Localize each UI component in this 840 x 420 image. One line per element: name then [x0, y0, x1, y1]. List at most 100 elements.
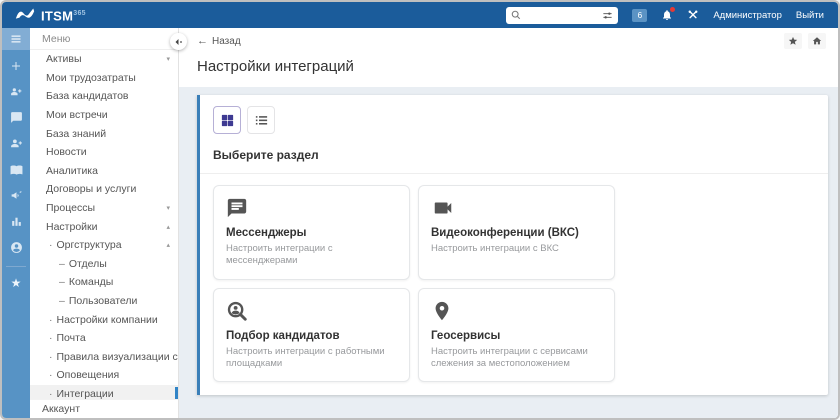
logo-text: ITSM365: [41, 8, 86, 24]
notifications-button[interactable]: [661, 7, 676, 21]
admin-user-link[interactable]: Администратор: [713, 10, 782, 21]
integration-cards: Мессенджеры Настроить интеграции с мессе…: [213, 185, 815, 383]
location-pin-icon: [431, 300, 602, 322]
menu-item-prefix: ·: [49, 350, 53, 363]
video-icon: [431, 197, 602, 219]
menu-item-label: Оргструктура: [56, 239, 122, 252]
sidebar-item-процессы[interactable]: Процессы ▾: [30, 199, 178, 218]
menu-item-prefix: –: [59, 257, 65, 270]
menu-item-label: Процессы: [46, 202, 96, 215]
sidebar-collapse-button[interactable]: [170, 33, 187, 50]
sidebar-item-активы[interactable]: Активы ▾: [30, 50, 178, 69]
menu-item-label: База кандидатов: [46, 90, 129, 103]
chat-icon[interactable]: [10, 111, 23, 124]
bar-chart-icon[interactable]: [10, 215, 23, 228]
menu-item-label: Пользователи: [68, 295, 138, 308]
team-icon[interactable]: [10, 85, 23, 98]
main-area: ← Назад Настройки интеграций Выберите ра…: [170, 28, 838, 418]
card-title: Мессенджеры: [226, 227, 307, 239]
notification-dot: [670, 7, 676, 12]
chevron-icon: ▴: [166, 223, 170, 231]
menu-item-prefix: ·: [49, 369, 53, 382]
sidebar-item-мои-встречи[interactable]: Мои встречи: [30, 106, 178, 125]
favorite-page-button[interactable]: [784, 33, 802, 49]
search-filter-icon[interactable]: [602, 10, 613, 21]
home-button[interactable]: [808, 33, 826, 49]
counter-badge[interactable]: 6: [632, 8, 648, 22]
search-box: [506, 6, 619, 24]
admin-tools-button[interactable]: [687, 9, 699, 21]
rail-divider: [6, 266, 26, 267]
sidebar-item-команды[interactable]: – Команды: [30, 273, 178, 292]
panel-divider: [200, 173, 828, 174]
sidebar-menu-list: Активы ▾ Мои трудозатраты База кандидато…: [30, 50, 178, 399]
sidebar-item-база-кандидатов[interactable]: База кандидатов: [30, 87, 178, 106]
message-icon: [226, 197, 397, 219]
sidebar-item-договоры-и-услуги[interactable]: Договоры и услуги: [30, 180, 178, 199]
back-button[interactable]: ← Назад: [197, 35, 241, 47]
itsm365-logo[interactable]: ITSM365: [14, 6, 86, 24]
menu-item-label: Договоры и услуги: [46, 183, 137, 196]
favorites-star-icon[interactable]: ★: [11, 277, 22, 289]
list-view-button[interactable]: [247, 106, 275, 134]
sidebar-item-оргструктура[interactable]: · Оргструктура ▴: [30, 236, 178, 255]
sidebar: Меню Активы ▾ Мои трудозатраты База канд…: [30, 28, 179, 418]
page-title: Настройки интеграций: [179, 52, 838, 87]
integration-card[interactable]: Видеоконференции (ВКС) Настроить интегра…: [418, 185, 615, 280]
sidebar-item-account[interactable]: Аккаунт: [30, 399, 178, 418]
plus-icon[interactable]: [10, 60, 22, 72]
sidebar-item-настройки-компании[interactable]: · Настройки компании: [30, 310, 178, 329]
star-icon: [788, 36, 798, 45]
menu-item-label: Настройки компании: [56, 313, 158, 326]
menu-item-prefix: ·: [49, 313, 53, 326]
person-search-icon: [226, 300, 397, 322]
sidebar-item-пользователи[interactable]: – Пользователи: [30, 292, 178, 311]
tools-icon: [688, 10, 698, 19]
menu-item-prefix: –: [59, 276, 65, 289]
card-description: Настроить интеграции с ВКС: [431, 243, 559, 254]
logo-swoosh-icon: [15, 8, 35, 19]
main-toprow: ← Назад: [179, 28, 838, 52]
sidebar-item-аналитика[interactable]: Аналитика: [30, 162, 178, 181]
card-description: Настроить интеграции с мессенджерами: [226, 243, 333, 267]
sidebar-item-правила-визуализации-связей[interactable]: · Правила визуализации связей: [30, 348, 178, 367]
menu-item-prefix: ·: [49, 239, 53, 252]
integration-card[interactable]: Геосервисы Настроить интеграции с сервис…: [418, 287, 615, 383]
sidebar-item-отделы[interactable]: – Отделы: [30, 255, 178, 274]
account-icon[interactable]: [10, 241, 23, 254]
search-icon: [512, 10, 521, 20]
sidebar-item-почта[interactable]: · Почта: [30, 329, 178, 348]
menu-item-label: База знаний: [46, 127, 107, 140]
logo-sup: 365: [73, 9, 86, 17]
home-icon: [812, 37, 822, 45]
section-heading: Выберите раздел: [213, 148, 319, 162]
book-icon[interactable]: [10, 163, 23, 176]
menu-item-prefix: ·: [49, 387, 53, 399]
menu-item-label: Почта: [56, 332, 86, 345]
sidebar-item-новости[interactable]: Новости: [30, 143, 178, 162]
card-description: Настроить интеграции с сервисами слежени…: [431, 345, 588, 370]
logout-link[interactable]: Выйти: [796, 10, 824, 21]
hamburger-menu-button[interactable]: [2, 28, 30, 50]
grid-view-button[interactable]: [213, 106, 241, 134]
sidebar-item-база-знаний[interactable]: База знаний: [30, 124, 178, 143]
sidebar-item-настройки[interactable]: Настройки ▴: [30, 217, 178, 236]
menu-item-label: Активы: [46, 53, 82, 66]
sidebar-item-мои-трудозатраты[interactable]: Мои трудозатраты: [30, 69, 178, 88]
integration-card[interactable]: Подбор кандидатов Настроить интеграции с…: [213, 287, 410, 383]
sidebar-item-оповещения[interactable]: · Оповещения: [30, 366, 178, 385]
megaphone-icon[interactable]: [10, 189, 23, 202]
menu-item-label: Интеграции: [56, 387, 114, 399]
menu-item-label: Отделы: [68, 257, 107, 270]
menu-item-prefix: ·: [49, 332, 53, 345]
integration-card[interactable]: Мессенджеры Настроить интеграции с мессе…: [213, 185, 410, 280]
content-area: Выберите раздел Мессенджеры Настроить ин…: [179, 87, 838, 418]
card-title: Геосервисы: [431, 329, 501, 342]
card-title: Подбор кандидатов: [226, 329, 340, 342]
topbar: ITSM365 6 Администратор Выйти: [2, 2, 838, 28]
menu-item-label: Аналитика: [46, 164, 98, 177]
person-add-icon[interactable]: [10, 137, 23, 150]
menu-item-label: Мои встречи: [46, 109, 108, 122]
search-input[interactable]: [525, 10, 599, 20]
sidebar-item-интеграции[interactable]: · Интеграции: [30, 384, 178, 399]
